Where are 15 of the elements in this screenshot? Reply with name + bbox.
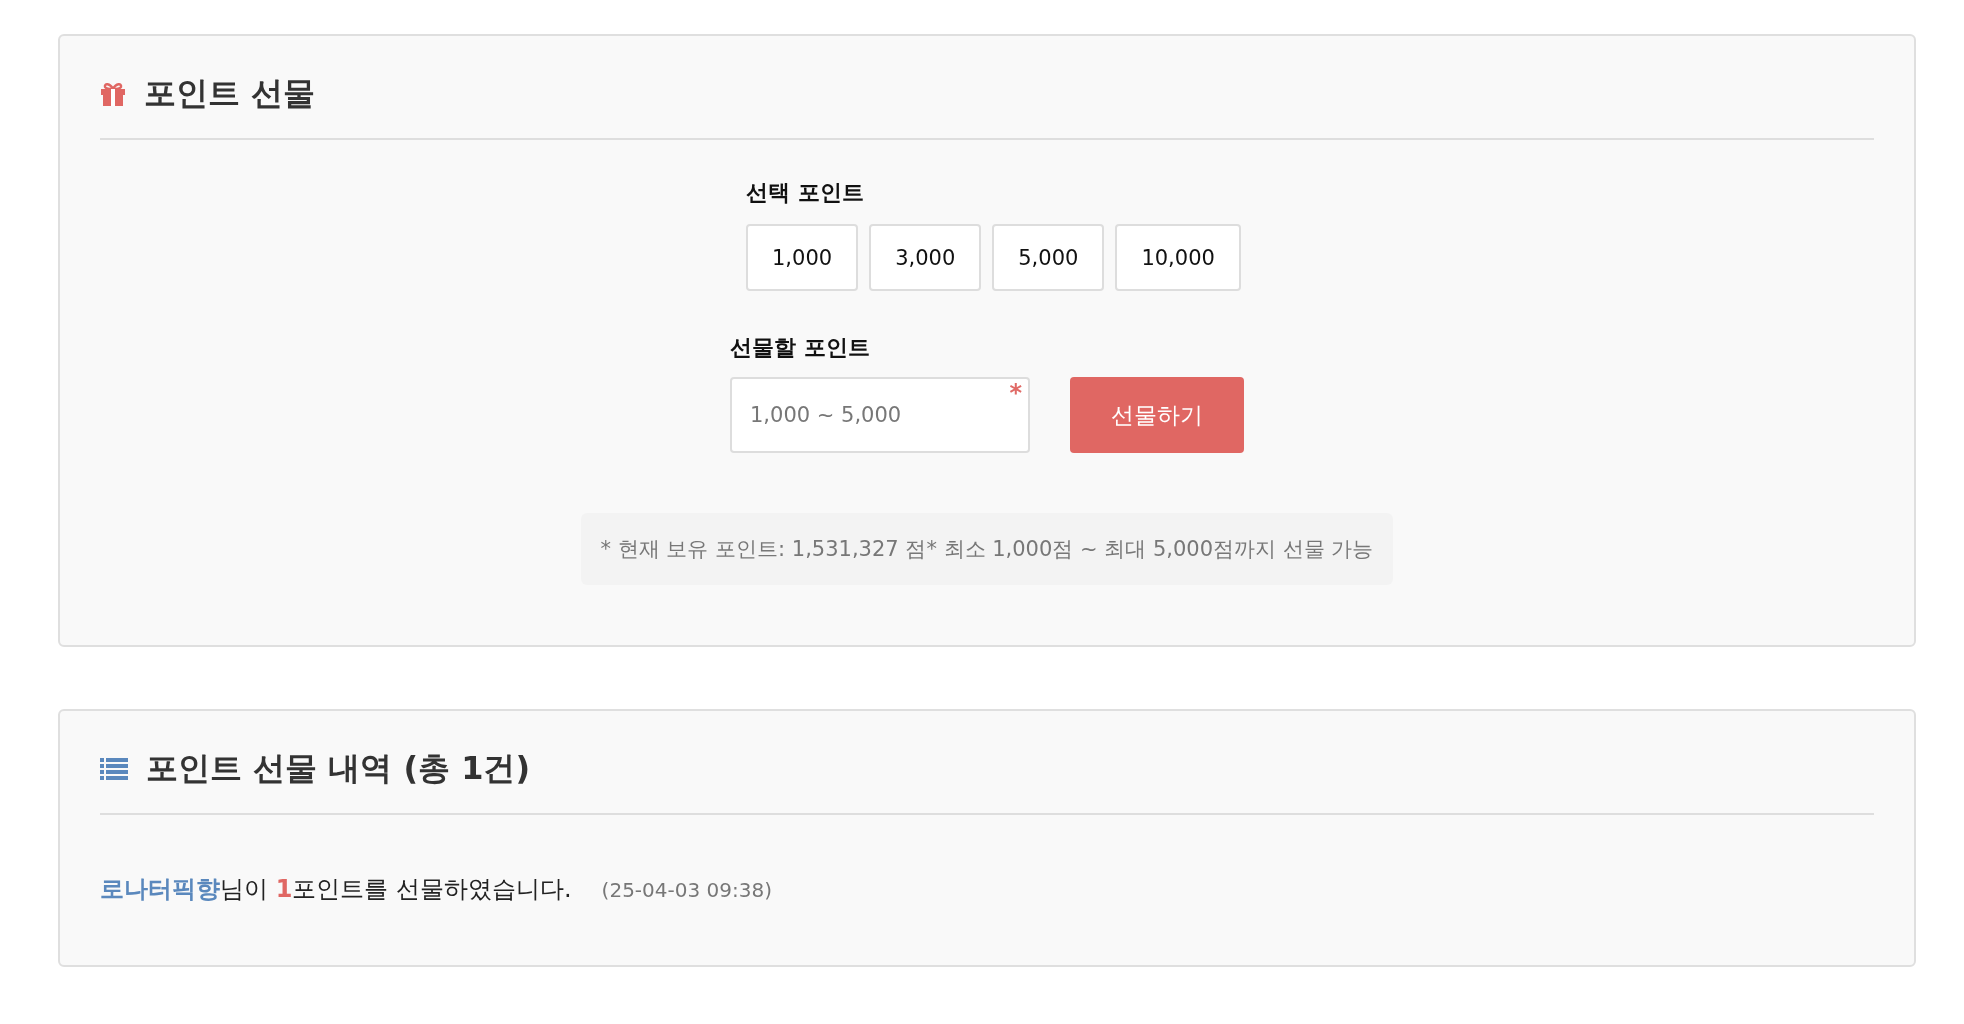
points-notice: * 현재 보유 포인트: 1,531,327 점* 최소 1,000점 ~ 최대 5,000점까지 선물 가능 — [580, 513, 1394, 585]
point-option-button[interactable]: 10,000 — [1115, 224, 1241, 291]
point-option-button[interactable]: 5,000 — [992, 224, 1105, 291]
list-icon — [100, 758, 128, 780]
point-option-button[interactable]: 3,000 — [869, 224, 982, 291]
history-message: 로나터픽향님이 1포인트를 선물하였습니다. — [100, 874, 572, 905]
required-mark: * — [1009, 379, 1022, 407]
history-date: (25-04-03 09:38) — [601, 878, 772, 902]
gift-icon — [100, 82, 126, 106]
field-label: 선택 포인트 — [746, 179, 865, 207]
field-label: 선물할 포인트 — [730, 334, 871, 362]
panel-title: 포인트 선물 — [144, 73, 316, 114]
point-option-button[interactable]: 1,000 — [746, 224, 859, 291]
sender-link[interactable]: 로나터픽향 — [100, 875, 220, 903]
panel-title: 포인트 선물 내역 (총 1건) — [146, 748, 531, 789]
